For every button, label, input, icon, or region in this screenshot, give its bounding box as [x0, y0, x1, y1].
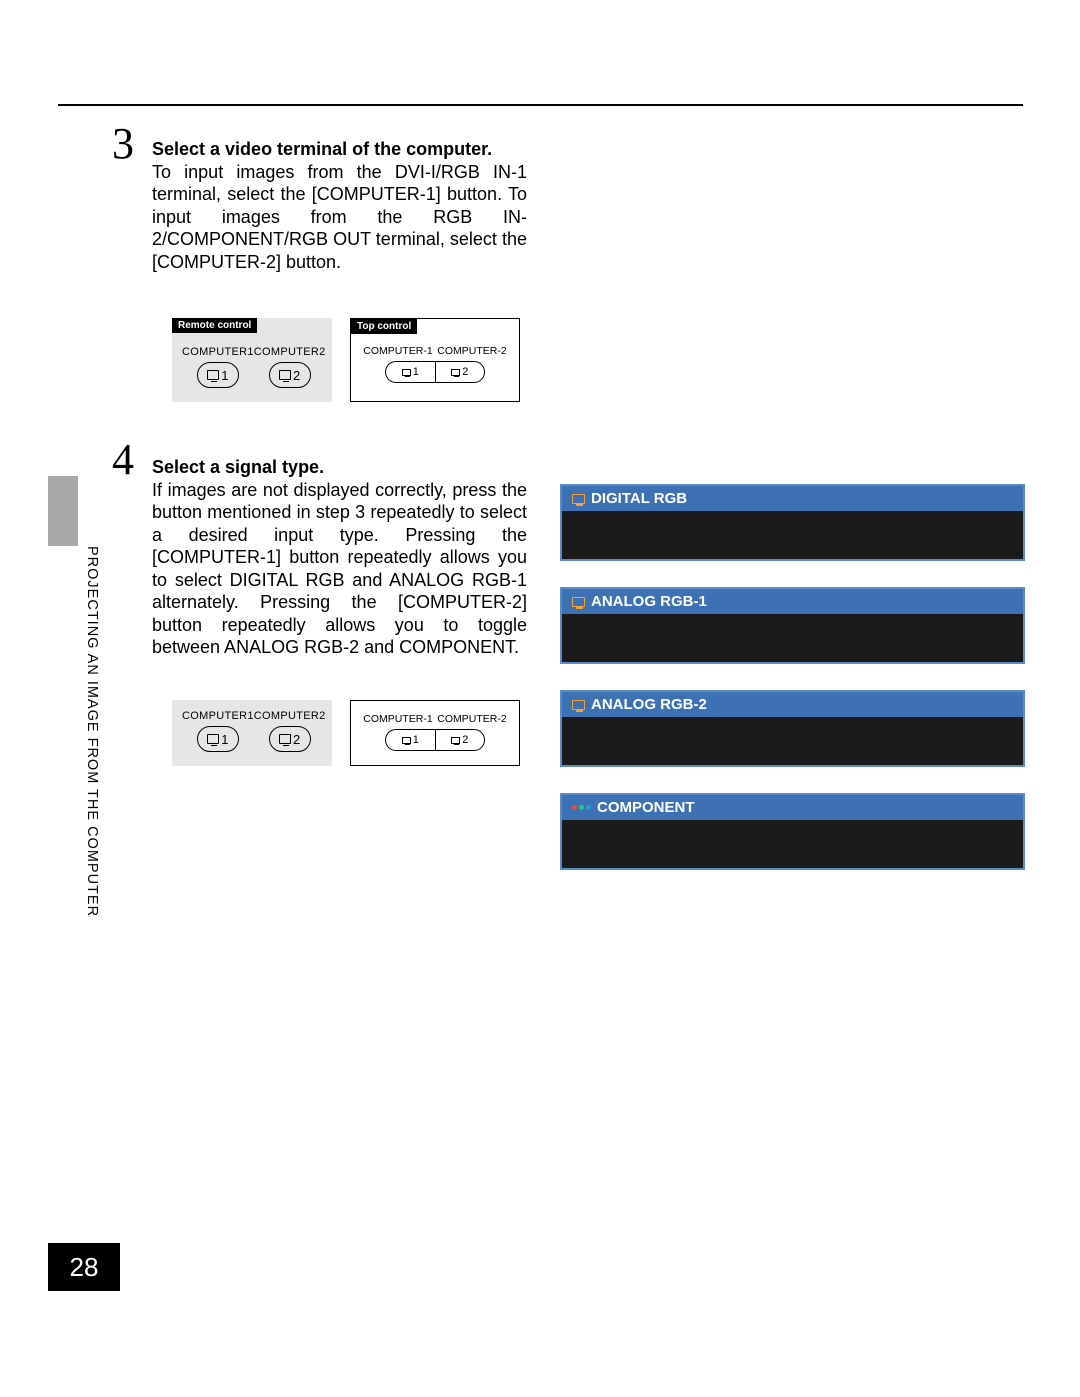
monitor-icon: [572, 597, 585, 607]
step-3-title: Select a video terminal of the computer.: [152, 138, 527, 161]
step-4-number: 4: [112, 434, 134, 485]
top-control-pill: 1 2: [385, 729, 485, 751]
signal-analog-rgb-2: ANALOG RGB-2: [560, 690, 1025, 767]
computer2-label: COMPUTER2: [254, 346, 326, 358]
step-3-number: 3: [112, 118, 134, 169]
signal-component: COMPONENT: [560, 793, 1025, 870]
button-2-text: 2: [293, 368, 300, 383]
monitor-icon: [207, 370, 219, 380]
button-1-text: 1: [221, 732, 228, 747]
top-control-box: Top control COMPUTER-1 COMPUTER-2 1 2: [350, 318, 520, 402]
signal-digital-rgb: DIGITAL RGB: [560, 484, 1025, 561]
step-4-title: Select a signal type.: [152, 456, 527, 479]
top-computer2-label: COMPUTER-2: [437, 345, 506, 357]
monitor-icon: [572, 494, 585, 504]
top-computer1-label: COMPUTER-1: [363, 345, 432, 357]
monitor-icon: [572, 700, 585, 710]
top-control-label: Top control: [351, 319, 417, 334]
top-control-pill: 1 2: [385, 361, 485, 383]
computer2-label: COMPUTER2: [254, 710, 326, 722]
monitor-icon: [402, 737, 411, 744]
step-3-control-illustration: Remote control COMPUTER1 1 COMPUTER2 2 T…: [172, 318, 520, 402]
horizontal-rule: [58, 104, 1023, 106]
remote-control-box: Remote control COMPUTER1 1 COMPUTER2 2: [172, 318, 332, 402]
top-control-box: COMPUTER-1 COMPUTER-2 1 2: [350, 700, 520, 766]
signal-analog-rgb-1: ANALOG RGB-1: [560, 587, 1025, 664]
step-4-content: Select a signal type. If images are not …: [152, 456, 527, 659]
section-side-label: PROJECTING AN IMAGE FROM THE COMPUTER: [84, 546, 100, 917]
button-1-text: 1: [221, 368, 228, 383]
pill-2-text: 2: [462, 734, 468, 746]
button-2-text: 2: [293, 732, 300, 747]
computer1-button: 1: [197, 362, 239, 388]
pill-1-text: 1: [413, 734, 419, 746]
monitor-icon: [279, 734, 291, 744]
computer1-label: COMPUTER1: [182, 710, 254, 722]
monitor-icon: [451, 369, 460, 376]
pill-1-text: 1: [413, 366, 419, 378]
step-4-control-illustration: COMPUTER1 1 COMPUTER2 2 COMPUTER-1 COMPU…: [172, 700, 520, 766]
monitor-icon: [279, 370, 291, 380]
component-icon: [572, 805, 591, 810]
page-number: 28: [48, 1243, 120, 1291]
signal-label: ANALOG RGB-2: [591, 696, 707, 713]
computer1-label: COMPUTER1: [182, 346, 254, 358]
monitor-icon: [207, 734, 219, 744]
step-3-body: To input images from the DVI-I/RGB IN-1 …: [152, 161, 527, 274]
signal-type-list: DIGITAL RGB ANALOG RGB-1 ANALOG RGB-2 CO…: [560, 484, 1025, 870]
section-tab-marker: [48, 476, 78, 546]
step-4-body: If images are not displayed correctly, p…: [152, 479, 527, 659]
monitor-icon: [451, 737, 460, 744]
remote-control-label: Remote control: [172, 318, 257, 333]
signal-label: DIGITAL RGB: [591, 490, 687, 507]
step-3-content: Select a video terminal of the computer.…: [152, 138, 527, 273]
computer2-button: 2: [269, 726, 311, 752]
monitor-icon: [402, 369, 411, 376]
pill-2-text: 2: [462, 366, 468, 378]
computer2-button: 2: [269, 362, 311, 388]
computer1-button: 1: [197, 726, 239, 752]
signal-label: ANALOG RGB-1: [591, 593, 707, 610]
top-computer2-label: COMPUTER-2: [437, 713, 506, 725]
signal-label: COMPONENT: [597, 799, 695, 816]
remote-control-box: COMPUTER1 1 COMPUTER2 2: [172, 700, 332, 766]
top-computer1-label: COMPUTER-1: [363, 713, 432, 725]
